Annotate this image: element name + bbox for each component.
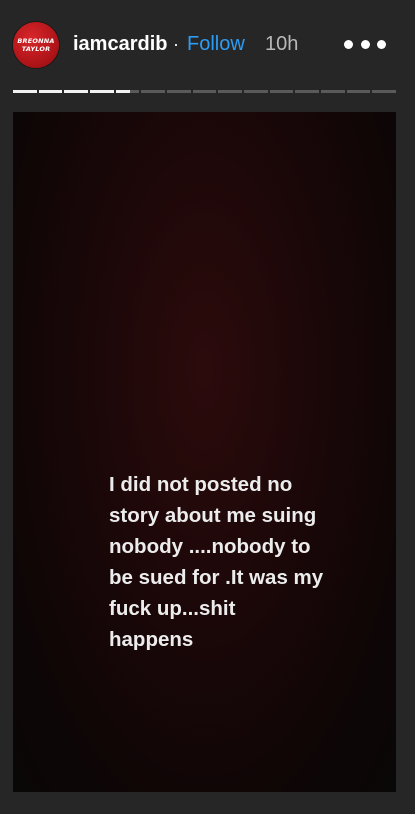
story-caption: I did not posted no story about me suing n… [109,469,379,655]
more-dot [360,39,370,49]
progress-segment [90,90,114,93]
story-line: nobody ....nobody to [109,535,311,558]
story-header: BREONNA TAYLOR iamcardib · Follow 10h [0,0,415,88]
progress-segment [192,90,217,93]
progress-segment [321,90,345,93]
progress-segment [218,90,243,93]
story-line: story about me suing [109,504,317,527]
progress-segment [346,90,371,93]
more-options-icon[interactable] [344,30,386,58]
avatar[interactable]: BREONNA TAYLOR [13,22,59,68]
avatar-text-line2: TAYLOR [21,45,51,53]
story-viewer: BREONNA TAYLOR iamcardib · Follow 10h I … [0,0,415,814]
story-line: fuck up...shit [109,597,236,620]
avatar-text-line1: BREONNA [17,37,55,45]
more-dot [377,39,386,49]
progress-segment [167,90,191,93]
more-dot [344,39,353,49]
story-content[interactable]: I did not posted no story about me suing n… [13,112,396,792]
separator-dot: · [173,34,179,54]
username[interactable]: iamcardib [73,31,167,57]
story-line: be sued for .It was my [109,566,324,589]
progress-segment [372,90,397,93]
progress-segment [13,90,37,93]
story-line: happens [109,628,194,651]
timestamp: 10h [265,33,299,55]
story-progress-bar [13,90,397,93]
follow-button[interactable]: Follow [187,31,245,57]
progress-segment [38,90,63,93]
progress-segment [141,90,166,93]
progress-segment [295,90,320,93]
story-line: I did not posted no [109,473,293,496]
progress-segment [115,90,140,93]
progress-segment [64,90,89,93]
progress-segment [269,90,294,93]
progress-segment [244,90,268,93]
